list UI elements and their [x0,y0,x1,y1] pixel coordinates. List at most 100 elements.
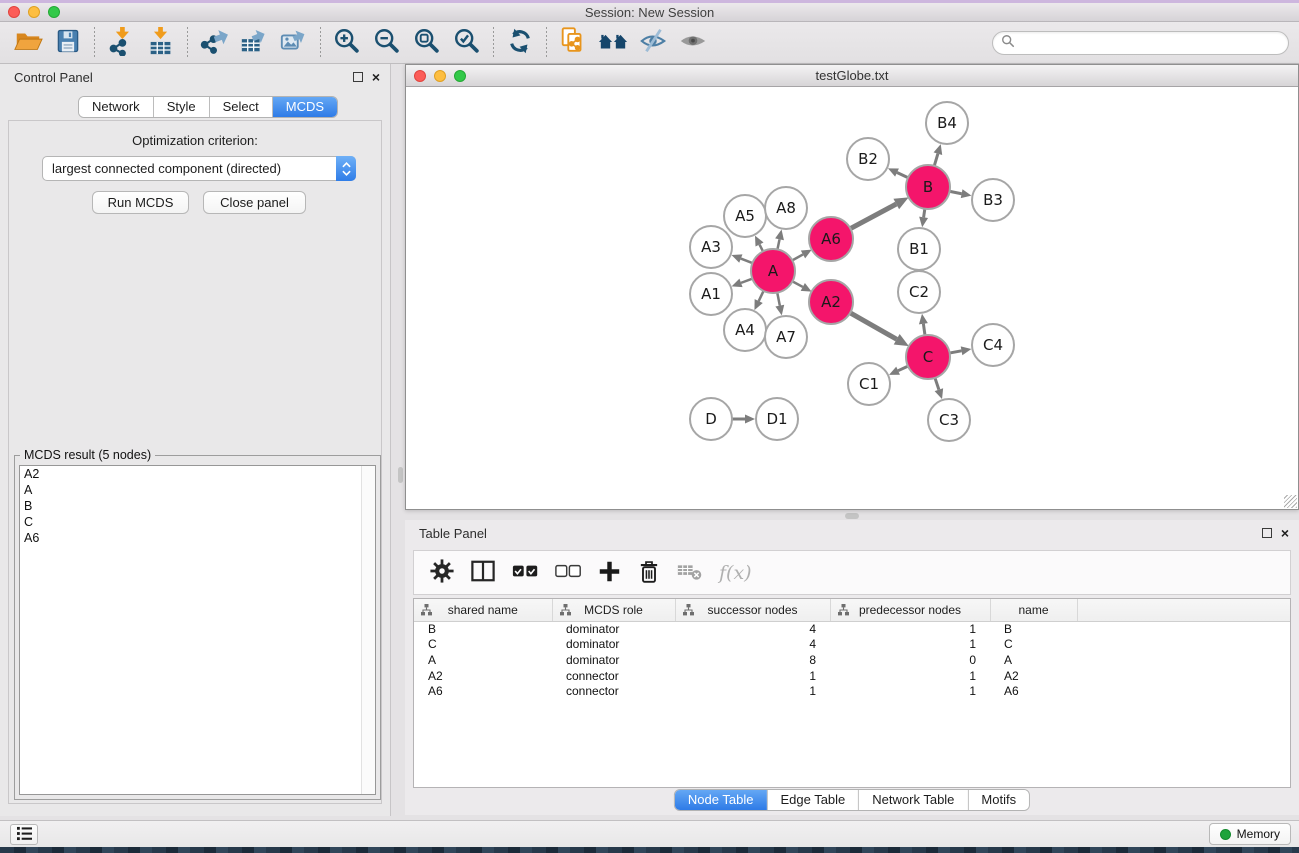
open-session-button[interactable] [8,25,48,61]
function-builder-button[interactable]: f(x) [719,558,752,588]
delete-column-button[interactable] [637,558,661,588]
close-window-icon[interactable] [8,6,20,18]
table-row[interactable]: A6connector11A6 [414,683,1290,699]
export-table-button[interactable] [234,25,274,61]
tab-network-table[interactable]: Network Table [859,790,968,810]
save-session-button[interactable] [48,25,88,61]
criterion-dropdown[interactable]: largest connected component (directed) [42,156,356,181]
import-network-button[interactable] [101,25,141,61]
column-header-mcds-role[interactable]: MCDS role [552,599,675,621]
table-cell[interactable]: 4 [675,621,830,637]
table-cell[interactable]: B [414,621,552,637]
delete-table-button[interactable] [677,558,703,588]
column-header-predecessor-nodes[interactable]: predecessor nodes [830,599,990,621]
network-window-titlebar[interactable]: testGlobe.txt [406,65,1298,87]
table-cell[interactable]: 4 [675,637,830,653]
table-row[interactable]: A2connector11A2 [414,668,1290,684]
create-column-button[interactable] [598,558,621,588]
table-cell[interactable]: C [990,637,1077,653]
table-row[interactable]: Adominator80A [414,652,1290,668]
close-panel-icon[interactable]: × [372,72,380,82]
network-view-window[interactable]: testGlobe.txt AA1A2A3A4A5A6A7A8BB1B2B3B4… [405,64,1299,510]
table-cell[interactable]: 1 [830,621,990,637]
zoom-out-button[interactable] [367,25,407,61]
tab-motifs[interactable]: Motifs [968,790,1029,810]
zoom-fit-button[interactable] [407,25,447,61]
tab-node-table[interactable]: Node Table [675,790,768,810]
hide-graphics-details-button[interactable] [633,25,673,61]
table-cell[interactable]: C [414,637,552,653]
show-graphics-details-button[interactable] [673,25,713,61]
table-cell[interactable]: 1 [675,668,830,684]
close-panel-button[interactable]: Close panel [203,191,306,214]
vertical-scrollbar-thumb[interactable] [398,467,403,483]
graph-edge[interactable] [741,259,754,264]
table-cell[interactable]: 1 [830,683,990,699]
tab-style[interactable]: Style [154,97,210,117]
table-cell[interactable]: A [990,652,1077,668]
result-item[interactable]: C [20,514,375,530]
float-table-panel-icon[interactable] [1262,528,1272,538]
network-graph[interactable]: AA1A2A3A4A5A6A7A8BB1B2B3B4CC1C2C3C4DD1 [406,87,1298,509]
table-cell[interactable]: B [990,621,1077,637]
memory-button[interactable]: Memory [1209,823,1291,845]
export-image-button[interactable] [274,25,314,61]
table-cell[interactable]: dominator [552,652,675,668]
task-history-button[interactable] [10,824,38,845]
minimize-network-window-icon[interactable] [434,70,446,82]
search-field[interactable] [992,31,1289,55]
result-item[interactable]: A2 [20,466,375,482]
table-cell[interactable]: A2 [990,668,1077,684]
result-item[interactable]: A [20,482,375,498]
table-cell[interactable]: A2 [414,668,552,684]
table-row[interactable]: Cdominator41C [414,637,1290,653]
column-header-name[interactable]: name [990,599,1077,621]
graph-edge[interactable] [849,312,896,339]
select-all-button[interactable] [512,558,539,588]
app-titlebar[interactable]: Session: New Session [0,3,1299,22]
table-cell[interactable]: 8 [675,652,830,668]
zoom-window-icon[interactable] [48,6,60,18]
export-network-button[interactable] [194,25,234,61]
network-canvas[interactable]: AA1A2A3A4A5A6A7A8BB1B2B3B4CC1C2C3C4DD1 [406,87,1298,509]
tab-mcds[interactable]: MCDS [273,97,337,117]
table-cell[interactable]: dominator [552,637,675,653]
graph-edge[interactable] [777,292,780,306]
zoom-in-button[interactable] [327,25,367,61]
import-table-button[interactable] [141,25,181,61]
run-mcds-button[interactable]: Run MCDS [92,191,189,214]
close-network-window-icon[interactable] [414,70,426,82]
mcds-result-list[interactable]: A2ABCA6 [19,465,376,795]
tab-select[interactable]: Select [210,97,273,117]
tab-network[interactable]: Network [79,97,154,117]
column-layout-button[interactable] [470,558,496,588]
horizontal-scrollbar-thumb[interactable] [845,513,859,519]
window-resize-grip[interactable] [1284,495,1297,508]
zoom-selected-button[interactable] [447,25,487,61]
table-cell[interactable]: 0 [830,652,990,668]
minimize-window-icon[interactable] [28,6,40,18]
column-header-shared-name[interactable]: shared name [414,599,552,621]
new-network-from-selection-button[interactable] [553,25,593,61]
table-cell[interactable]: dominator [552,621,675,637]
table-cell[interactable]: A6 [990,683,1077,699]
graph-edge[interactable] [935,377,939,390]
refresh-button[interactable] [500,25,540,61]
table-settings-button[interactable] [430,558,454,588]
table-cell[interactable]: A [414,652,552,668]
table-cell[interactable]: 1 [830,637,990,653]
table-cell[interactable]: 1 [830,668,990,684]
home-button[interactable] [593,25,633,61]
deselect-all-button[interactable] [555,558,582,588]
zoom-network-window-icon[interactable] [454,70,466,82]
table-cell[interactable]: A6 [414,683,552,699]
result-list-scrollbar[interactable] [361,466,375,794]
table-cell[interactable]: 1 [675,683,830,699]
result-item[interactable]: B [20,498,375,514]
tab-edge-table[interactable]: Edge Table [767,790,859,810]
close-table-panel-icon[interactable]: × [1281,528,1289,538]
search-input[interactable] [1020,36,1280,50]
result-item[interactable]: A6 [20,530,375,546]
table-cell[interactable]: connector [552,668,675,684]
float-panel-icon[interactable] [353,72,363,82]
